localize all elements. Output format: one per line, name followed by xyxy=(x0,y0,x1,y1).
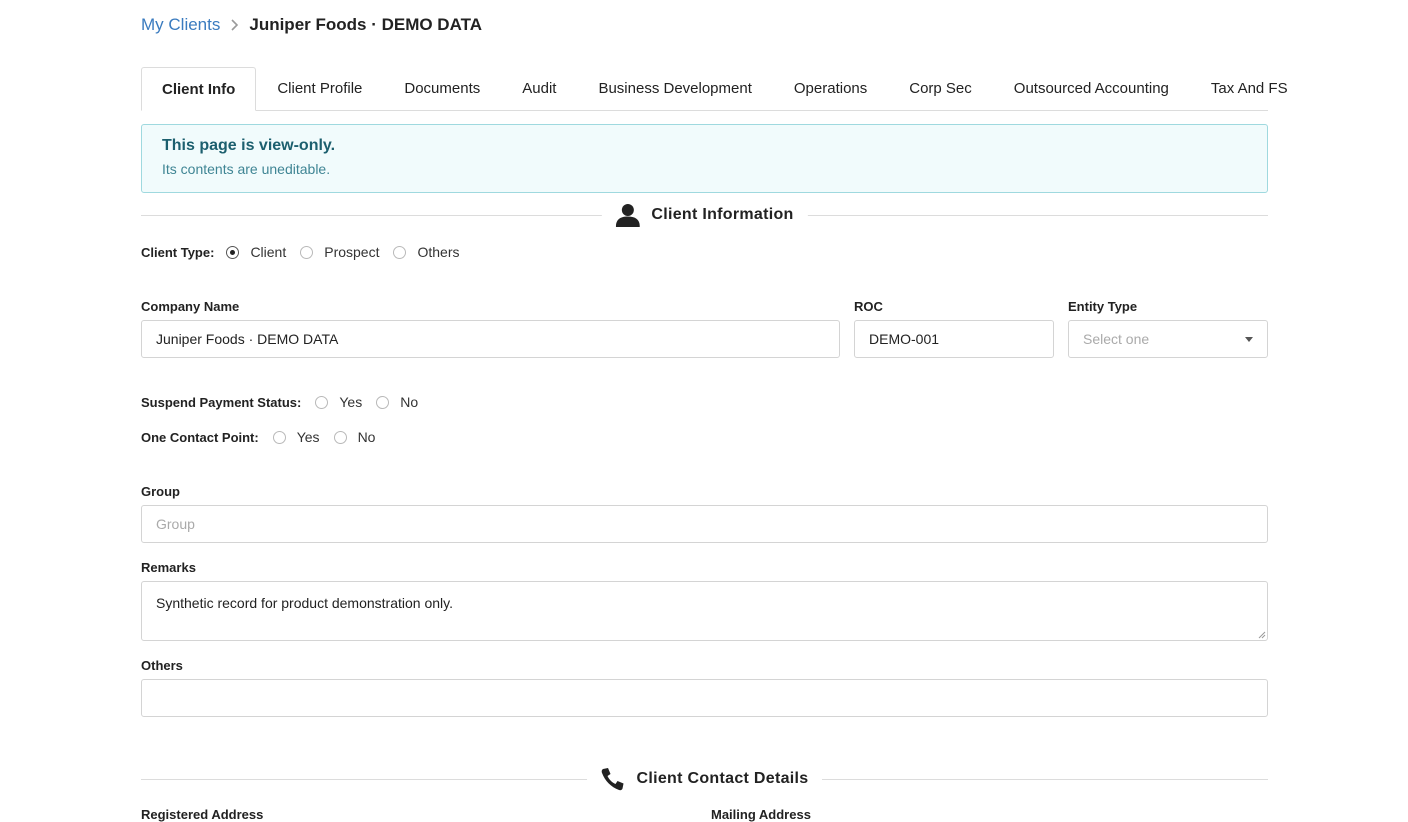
entity-type-label: Entity Type xyxy=(1068,299,1138,314)
radio-button[interactable] xyxy=(333,430,347,444)
client-type-option-client[interactable]: Client xyxy=(226,244,286,260)
others-label: Others xyxy=(141,658,183,673)
resize-handle-icon[interactable] xyxy=(1258,631,1266,639)
client-contact-details-section-heading: Client Contact Details xyxy=(141,764,1268,794)
client-type-radio-group: Client Type: Client Prospect Others xyxy=(141,244,474,260)
company-name-input[interactable]: Juniper Foods · DEMO DATA xyxy=(141,320,840,358)
remarks-text: Synthetic record for product demonstrati… xyxy=(156,595,454,611)
caret-down-icon xyxy=(1245,337,1253,342)
tab-client-info[interactable]: Client Info xyxy=(141,67,257,111)
group-input[interactable]: Group xyxy=(141,505,1268,543)
breadcrumb-my-clients-link[interactable]: My Clients xyxy=(141,15,220,35)
suspend-payment-label: Suspend Payment Status: xyxy=(141,394,302,410)
suspend-payment-option-yes[interactable]: Yes xyxy=(315,394,362,410)
tab-tax-and-fs[interactable]: Tax And FS xyxy=(1190,67,1309,109)
alert-text: Its contents are uneditable. xyxy=(162,161,331,177)
tab-outsourced-accounting[interactable]: Outsourced Accounting xyxy=(993,67,1190,109)
tab-corp-sec[interactable]: Corp Sec xyxy=(888,67,993,109)
breadcrumb-current: Juniper Foods · DEMO DATA xyxy=(249,15,482,34)
radio-button[interactable] xyxy=(376,395,390,409)
radio-button[interactable] xyxy=(272,430,286,444)
entity-type-select[interactable]: Select one xyxy=(1068,320,1268,358)
suspend-payment-radio-group: Suspend Payment Status: Yes No xyxy=(141,394,432,410)
roc-label: ROC xyxy=(854,299,883,314)
tab-client-profile[interactable]: Client Profile xyxy=(256,67,383,109)
radio-button[interactable] xyxy=(300,245,314,259)
alert-title: This page is view-only. xyxy=(162,137,336,154)
section-title: Client Information xyxy=(651,206,794,223)
company-name-label: Company Name xyxy=(141,299,240,314)
chevron-right-icon xyxy=(231,19,239,31)
section-title: Client Contact Details xyxy=(636,770,809,787)
entity-type-placeholder: Select one xyxy=(1083,331,1150,347)
remarks-textarea[interactable]: Synthetic record for product demonstrati… xyxy=(141,581,1268,641)
radio-button[interactable] xyxy=(226,245,240,259)
tab-documents[interactable]: Documents xyxy=(383,67,501,109)
group-label: Group xyxy=(141,484,180,499)
tab-operations[interactable]: Operations xyxy=(773,67,888,109)
client-information-section-heading: Client Information xyxy=(141,200,1268,230)
one-contact-point-radio-group: One Contact Point: Yes No xyxy=(141,429,389,445)
client-type-option-prospect[interactable]: Prospect xyxy=(300,244,379,260)
radio-button[interactable] xyxy=(315,395,329,409)
one-contact-option-yes[interactable]: Yes xyxy=(272,429,320,445)
breadcrumb: My Clients Juniper Foods · DEMO DATA xyxy=(141,14,482,36)
remarks-label: Remarks xyxy=(141,560,196,575)
user-icon xyxy=(615,204,640,227)
radio-button[interactable] xyxy=(393,245,407,259)
one-contact-point-label: One Contact Point: xyxy=(141,429,259,445)
view-only-alert: This page is view-only. Its contents are… xyxy=(141,124,1268,193)
client-type-label: Client Type: xyxy=(141,244,215,260)
phone-icon xyxy=(601,768,624,791)
others-input[interactable] xyxy=(141,679,1268,717)
roc-input[interactable]: DEMO-001 xyxy=(854,320,1054,358)
tab-business-development[interactable]: Business Development xyxy=(577,67,772,109)
tab-bar: Client Info Client Profile Documents Aud… xyxy=(141,67,1288,111)
one-contact-option-no[interactable]: No xyxy=(333,429,375,445)
client-type-option-others[interactable]: Others xyxy=(393,244,460,260)
tab-audit[interactable]: Audit xyxy=(501,67,577,109)
suspend-payment-option-no[interactable]: No xyxy=(376,394,418,410)
